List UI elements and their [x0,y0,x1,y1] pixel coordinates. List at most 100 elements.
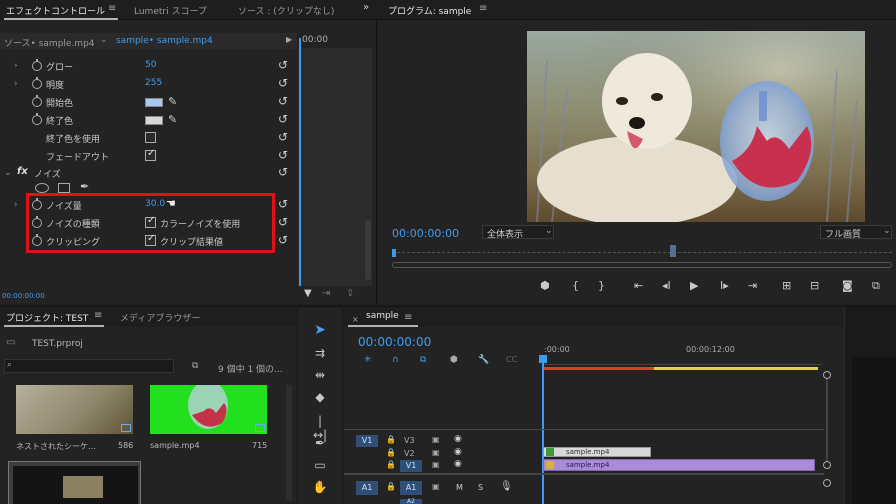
eye-icon[interactable]: ◉ [454,459,462,469]
zoom-dropdown[interactable]: 全体表示 ⌄ [482,225,554,240]
timeline-clip-v1[interactable]: sample.mp4 [543,459,815,471]
step-back-icon[interactable]: ◂I [662,279,671,292]
pen-mask-icon[interactable]: ✒ [80,180,89,193]
panel-menu-icon[interactable]: ≡ [479,3,487,14]
project-item-name[interactable]: sample.mp4 [150,441,200,450]
project-item-name[interactable]: ネストされたシーケ... [16,441,96,452]
ec-scrollbar[interactable] [365,220,371,280]
sync-lock-icon[interactable]: ▣ [432,435,440,444]
playhead-handle[interactable] [539,355,547,363]
expand-chevron-icon[interactable]: › [14,79,18,89]
timeline-timecode[interactable]: 00:00:00:00 [358,335,431,349]
play-triangle-icon[interactable]: ▶ [286,35,292,44]
program-monitor-title[interactable]: プログラム: sample [388,4,471,17]
reset-icon[interactable]: ↺ [278,148,288,162]
panel-menu-icon[interactable]: ≡ [94,310,102,321]
new-bin-icon[interactable]: ⧉ [192,361,198,371]
expand-chevron-icon[interactable]: › [14,61,18,71]
reset-icon[interactable]: ↺ [278,165,288,179]
export-icon[interactable]: ⇥ [322,288,330,299]
tab-lumetri-scopes[interactable]: Lumetri スコープ [134,4,207,17]
color-swatch[interactable] [145,98,163,107]
expand-panels-icon[interactable]: » [363,2,369,13]
step-forward-icon[interactable]: I▸ [720,279,729,292]
share-icon[interactable]: ⇪ [346,288,354,299]
chevron-down-icon[interactable]: ⌄ [100,35,108,45]
ellipse-mask-icon[interactable] [35,183,49,193]
source-patch-a1[interactable]: A1 [356,481,378,495]
pen-tool-icon[interactable]: ✒ [311,436,329,454]
comparison-view-icon[interactable]: ⧉ [872,279,880,293]
extract-icon[interactable]: ⊟ [810,279,819,292]
go-to-out-icon[interactable]: ⇥ [748,279,757,292]
tab-source[interactable]: ソース : (クリップなし) [238,4,334,17]
mark-in-icon[interactable]: { [572,279,579,292]
project-search-input[interactable]: ⌕ [4,359,174,373]
razor-tool-icon[interactable]: ◆ [311,390,329,408]
property-value[interactable]: 50 [145,60,156,70]
selection-tool-icon[interactable]: ➤ [311,322,329,340]
collapse-chevron-icon[interactable]: ⌄ [4,168,12,178]
reset-icon[interactable]: ↺ [278,215,288,229]
eye-icon[interactable]: ◉ [454,434,462,444]
stopwatch-icon[interactable] [32,113,42,125]
expand-chevron-icon[interactable]: › [14,200,18,210]
eyedropper-icon[interactable]: ✎ [168,113,177,126]
project-item-thumbnail-selected[interactable] [8,461,141,504]
effect-header-noise[interactable]: ⌄ fx ノイズ ↺ [0,165,300,183]
program-timecode[interactable]: 00:00:00:00 [392,227,459,240]
tab-effect-controls[interactable]: エフェクトコントロール [6,4,105,17]
timeline-vscroll-handle[interactable] [823,371,831,379]
stopwatch-icon[interactable] [32,59,42,71]
sync-lock-icon[interactable]: ▣ [432,448,440,457]
timeline-vscroll-handle[interactable] [823,479,831,487]
tab-project[interactable]: プロジェクト: TEST [6,311,88,324]
rectangle-tool-icon[interactable]: ▭ [311,458,329,476]
use-end-color-checkbox[interactable] [145,132,156,143]
reset-icon[interactable]: ↺ [278,76,288,90]
mute-button[interactable]: M [456,483,463,492]
lift-icon[interactable]: ⊞ [782,279,791,292]
property-value[interactable]: 255 [145,78,162,88]
hand-tool-icon[interactable]: ✋ [311,480,329,498]
eyedropper-icon[interactable]: ✎ [168,95,177,108]
sync-lock-icon[interactable]: ▣ [432,482,440,491]
track-label-a2[interactable]: A2 [400,499,422,504]
go-to-in-icon[interactable]: ⇤ [634,279,643,292]
close-tab-icon[interactable]: × [352,315,359,324]
linked-selection-icon[interactable]: ⧉ [420,355,426,365]
timeline-tab[interactable]: sample [366,311,399,321]
slip-tool-icon[interactable]: |↔| [311,414,329,442]
panel-menu-icon[interactable]: ≡ [404,312,412,323]
add-marker-icon[interactable]: ⬢ [540,279,550,292]
timeline-ruler[interactable] [542,355,822,365]
panel-menu-icon[interactable]: ≡ [108,3,116,14]
source-patch-v1[interactable]: V1 [356,435,378,447]
program-playhead[interactable] [392,249,396,257]
microphone-icon[interactable]: 🎙 [500,481,513,492]
fade-out-checkbox[interactable] [145,148,156,161]
filter-icon[interactable]: ▼ [304,288,312,299]
eye-icon[interactable]: ◉ [454,447,462,457]
fx-badge[interactable]: fx [17,166,28,177]
quality-dropdown[interactable]: フル画質 ⌄ [820,225,892,240]
export-frame-icon[interactable]: ◙ [842,279,853,292]
solo-button[interactable]: S [478,483,483,492]
sequence-clip-label[interactable]: sample• sample.mp4 [116,36,213,46]
sync-lock-icon[interactable]: ▣ [432,460,440,469]
ripple-edit-tool-icon[interactable]: ⇹ [311,368,329,386]
play-icon[interactable]: ▶ [690,279,698,292]
reset-icon[interactable]: ↺ [278,58,288,72]
track-select-tool-icon[interactable]: ⇉ [311,346,329,364]
add-marker-icon[interactable]: ⬢ [450,355,458,365]
nest-icon[interactable]: ✳ [364,355,372,365]
reset-icon[interactable]: ↺ [278,233,288,247]
rectangle-mask-icon[interactable] [58,183,70,193]
color-swatch[interactable] [145,116,163,125]
lock-icon[interactable]: 🔒 [386,460,396,469]
timeline-clip-v2[interactable]: sample.mp4 [543,447,651,457]
lock-icon[interactable]: 🔒 [386,435,396,444]
timeline-vscroll-handle[interactable] [823,461,831,469]
lock-icon[interactable]: 🔒 [386,448,396,457]
source-clip-label[interactable]: ソース• sample.mp4 [4,36,95,49]
